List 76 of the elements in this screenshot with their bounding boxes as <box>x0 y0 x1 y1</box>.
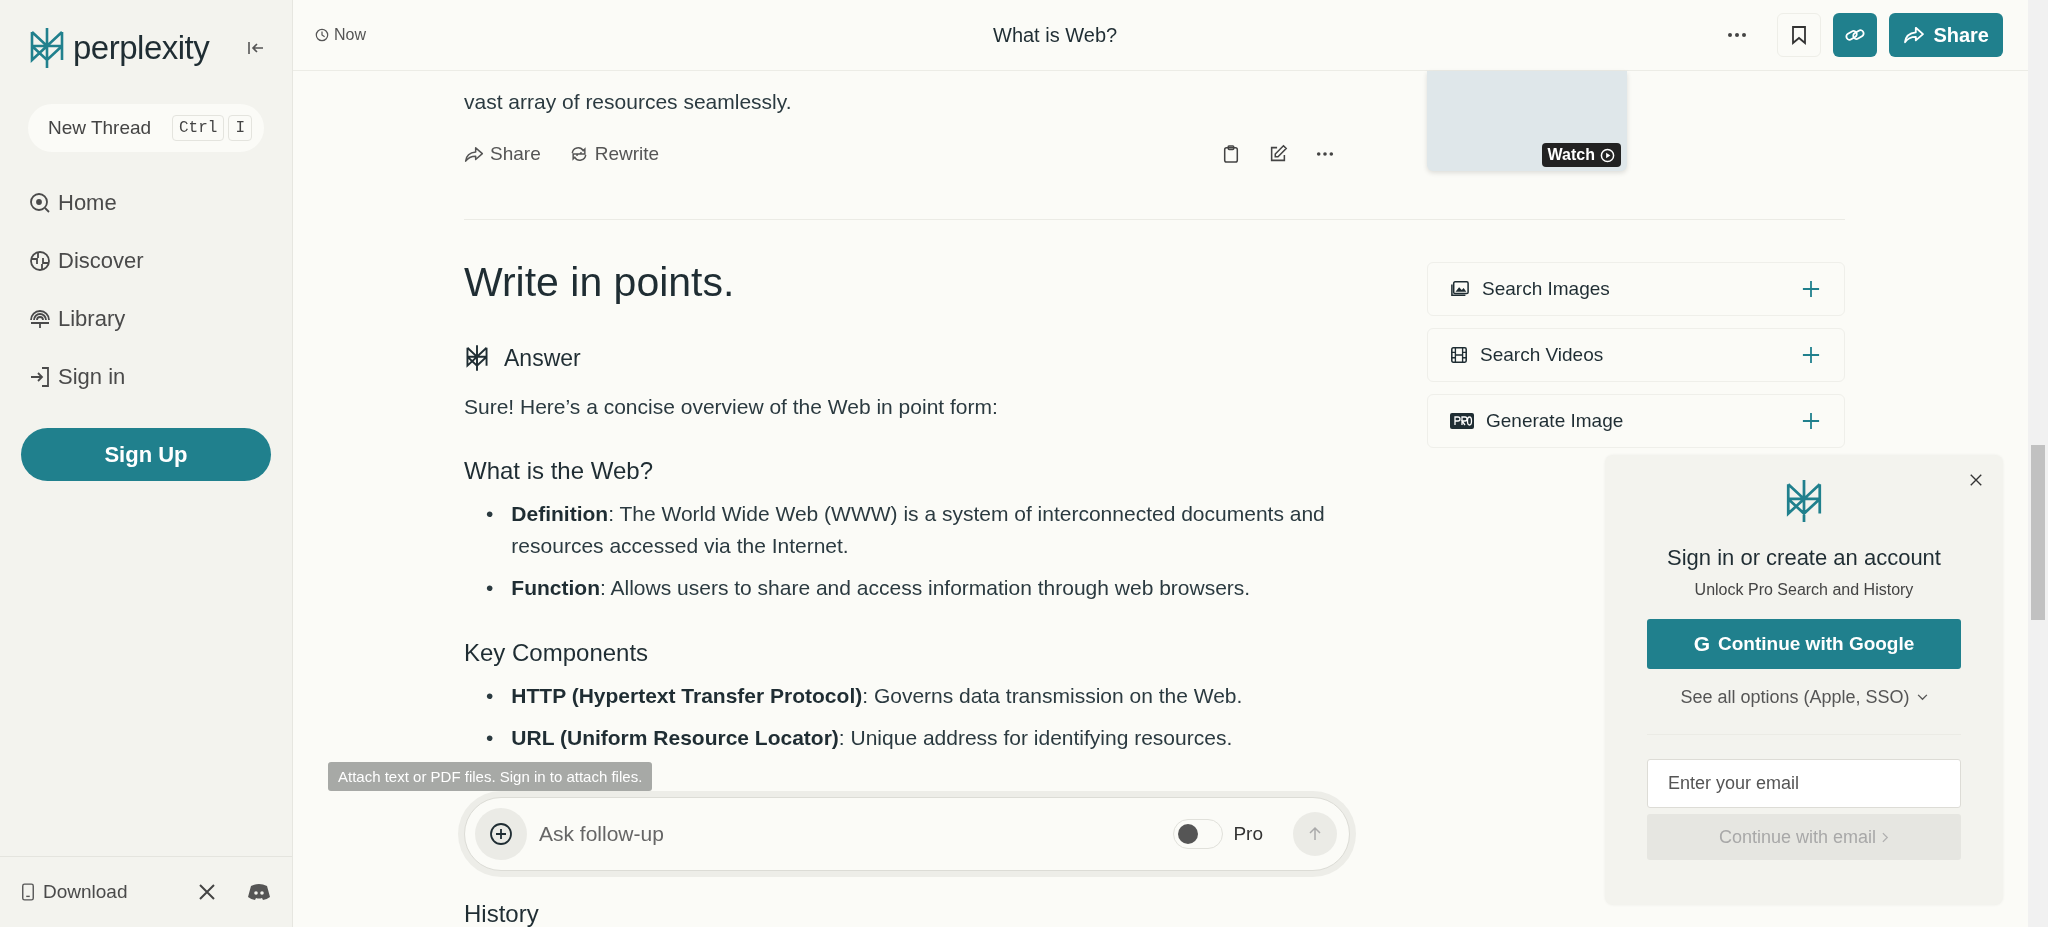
share-arrow-icon <box>464 145 484 163</box>
globe-icon <box>28 249 52 273</box>
history-heading: History <box>464 899 540 927</box>
shortcut-key: I <box>228 115 252 141</box>
close-icon[interactable] <box>1969 473 1983 487</box>
answer-action-button[interactable]: Share <box>464 143 541 165</box>
plus-icon <box>1802 412 1820 430</box>
answer-action-button[interactable]: Rewrite <box>568 143 660 165</box>
attach-tooltip: Attach text or PDF files. Sign in to attach files. <box>328 762 653 791</box>
plus-icon <box>1802 346 1820 364</box>
x-icon[interactable] <box>197 882 217 902</box>
chevron-down-icon <box>1916 694 1928 701</box>
section-heading: Key Components <box>464 638 650 668</box>
bookmark-button[interactable] <box>1777 13 1822 57</box>
nav-item[interactable]: Library <box>21 294 271 344</box>
collapse-sidebar-icon[interactable] <box>247 39 265 57</box>
more-icon[interactable] <box>1316 151 1334 157</box>
section-heading: What is the Web? <box>464 456 654 486</box>
bullet-marker: • <box>486 575 494 601</box>
answer-text: vast array of resources seamlessly. <box>464 89 793 115</box>
sign-up-button[interactable]: Sign Up <box>21 428 271 481</box>
chevron-right-icon <box>1882 831 1890 843</box>
bookmark-icon <box>1791 25 1808 45</box>
bullet-marker: • <box>486 683 494 709</box>
share-arrow-icon <box>1903 26 1926 44</box>
nav-item[interactable]: Home <box>21 178 271 228</box>
tool-row[interactable]: Generate Image <box>1427 394 1845 448</box>
share-button[interactable]: Share <box>1889 13 2003 57</box>
watch-badge[interactable]: Watch <box>1541 143 1621 167</box>
bullet-point: URL (Uniform Resource Locator): Unique address for identifying resources. <box>511 725 1234 751</box>
sign-in-icon <box>28 365 52 389</box>
bullet-marker: • <box>486 725 494 751</box>
thread-time: Now <box>334 26 366 44</box>
options-link[interactable]: See all options (Apple, SSO) <box>1680 687 1928 708</box>
plus-icon <box>1802 280 1820 298</box>
bullet-marker: • <box>486 501 494 527</box>
up-arrow-icon <box>1307 826 1323 842</box>
attach-button[interactable] <box>475 808 527 860</box>
bullet-point: HTTP (Hypertext Transfer Protocol): Governs data transmission on the Web. <box>511 683 1244 709</box>
query-heading: Write in points. <box>464 258 736 306</box>
bullet-point: Definition: The World Wide Web (WWW) is a system of interconnected documents and resources accessed via the Internet. <box>511 501 1326 559</box>
pro-badge-icon <box>1450 413 1474 429</box>
answer-intro: Sure! Here’s a concise overview of the Web in point form: <box>464 394 999 420</box>
dialog-subtitle: Unlock Pro Search and History <box>1694 581 1914 599</box>
edit-icon[interactable] <box>1268 144 1288 164</box>
tool-row[interactable]: Search Videos <box>1427 328 1845 382</box>
answer-logo-icon <box>464 344 490 372</box>
pro-toggle[interactable] <box>1173 819 1224 849</box>
pro-label: Pro <box>1233 823 1263 845</box>
brand-name: perplexity <box>73 29 210 67</box>
discord-icon[interactable] <box>247 882 271 902</box>
phone-icon <box>21 883 35 901</box>
answer-label: Answer <box>504 344 581 372</box>
bullet-point: Function: Allows users to share and access information through web browsers. <box>511 575 1252 601</box>
google-button[interactable]: G Continue with Google <box>1647 619 1961 669</box>
new-thread-button[interactable]: New Thread Ctrl I <box>28 104 264 152</box>
tool-row[interactable]: Search Images <box>1427 262 1845 316</box>
library-icon <box>28 307 52 331</box>
clock-icon <box>315 28 329 42</box>
dialog-title: Sign in or create an account <box>1667 545 1941 571</box>
image-icon <box>1450 280 1470 298</box>
email-field[interactable]: Enter your email <box>1647 759 1961 808</box>
download-link[interactable]: Download <box>21 881 128 903</box>
nav-item[interactable]: Discover <box>21 236 271 286</box>
copy-link-button[interactable] <box>1833 13 1878 57</box>
follow-up-field[interactable]: Ask follow-up <box>537 821 1164 847</box>
more-icon[interactable] <box>1727 32 1748 38</box>
clipboard-icon[interactable] <box>1222 144 1240 164</box>
nav-item[interactable]: Sign in <box>21 352 271 402</box>
thread-title: What is Web? <box>993 23 1118 47</box>
film-icon <box>1450 346 1468 364</box>
search-icon <box>28 191 52 215</box>
video-thumbnail-placeholder[interactable] <box>1427 71 1627 171</box>
scrollbar[interactable] <box>2028 0 2048 927</box>
shortcut-key: Ctrl <box>172 115 225 141</box>
plus-circle-icon <box>489 822 513 846</box>
